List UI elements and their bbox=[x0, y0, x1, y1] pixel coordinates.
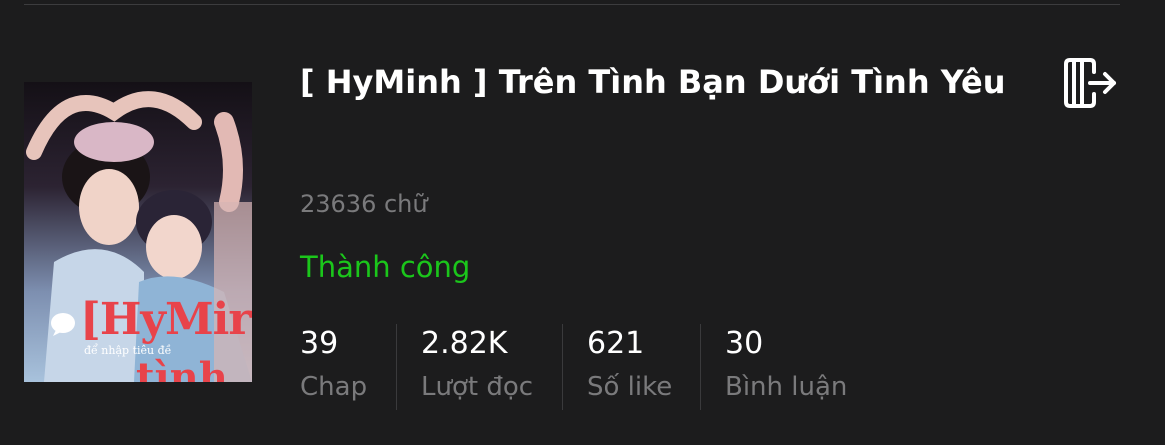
stat-label: Số like bbox=[587, 372, 673, 402]
stat-label: Lượt đọc bbox=[421, 372, 534, 402]
top-divider bbox=[24, 4, 1120, 5]
stat-value: 621 bbox=[587, 326, 645, 361]
story-detail-card: [HyMir để nhập tiêu đề tình [ HyMinh ] T… bbox=[0, 0, 1165, 445]
stat-chapters: 39 Chap bbox=[300, 324, 396, 410]
stat-value: 2.82K bbox=[421, 326, 508, 361]
speech-bubble-icon bbox=[50, 312, 76, 336]
stat-comments: 30 Bình luận bbox=[700, 324, 889, 410]
stat-value: 30 bbox=[725, 326, 764, 361]
stat-reads: 2.82K Lượt đọc bbox=[396, 324, 562, 410]
exit-button[interactable] bbox=[1060, 54, 1120, 112]
stat-label: Chap bbox=[300, 372, 368, 402]
status-text: Thành công bbox=[300, 250, 471, 284]
stat-value: 39 bbox=[300, 326, 339, 361]
word-count: 23636 chữ bbox=[300, 190, 428, 218]
cover-bottom-text: tình bbox=[136, 354, 228, 382]
stat-likes: 621 Số like bbox=[562, 324, 700, 410]
stats-row: 39 Chap 2.82K Lượt đọc 621 Số like 30 Bì… bbox=[300, 324, 889, 410]
stat-label: Bình luận bbox=[725, 372, 848, 402]
exit-icon bbox=[1064, 58, 1116, 108]
story-cover-image[interactable]: [HyMir để nhập tiêu đề tình bbox=[24, 82, 252, 382]
cover-title-text: [HyMir bbox=[80, 294, 252, 345]
story-title: [ HyMinh ] Trên Tình Bạn Dưới Tình Yêu bbox=[300, 63, 1006, 101]
